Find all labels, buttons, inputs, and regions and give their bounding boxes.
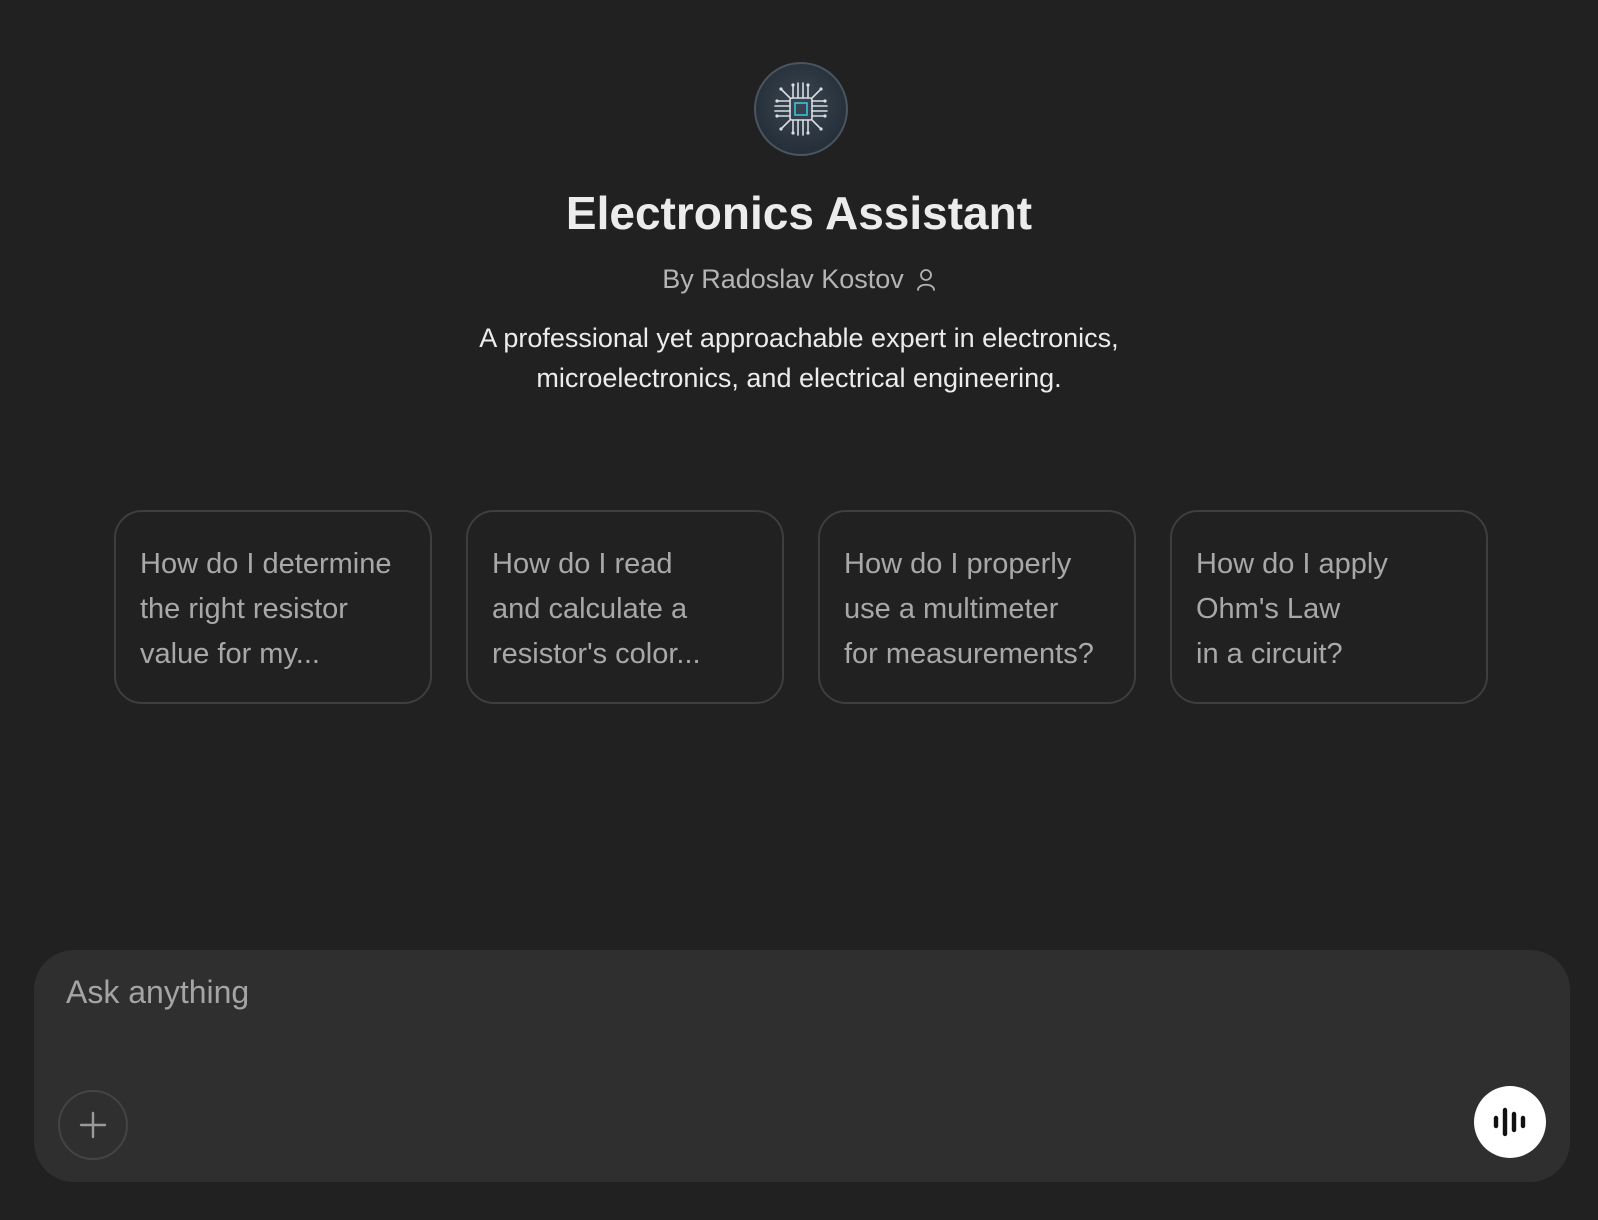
microchip-icon [774,82,828,136]
gpt-avatar [754,62,848,156]
gpt-description: A professional yet approachable expert i… [479,323,1119,393]
voice-mode-button[interactable] [1474,1086,1546,1158]
voice-waveform-icon [1493,1107,1526,1137]
gpt-title: Electronics Assistant [565,187,1033,239]
person-icon [916,268,935,291]
plus-icon [79,1111,107,1139]
conversation-starter-4[interactable]: How do I apply Ohm's Law in a circuit? [1170,510,1488,704]
conversation-starter-2[interactable]: How do I read and calculate a resistor's… [466,510,784,704]
gpt-byline: By Radoslav Kostov [0,264,1598,295]
attach-button[interactable] [58,1090,128,1160]
message-composer [34,950,1570,1182]
conversation-starter-1[interactable]: How do I determine the right resistor va… [114,510,432,704]
author-name: By Radoslav Kostov [662,264,904,294]
conversation-starter-3[interactable]: How do I properly use a multimeter for m… [818,510,1136,704]
gpt-start-page: Electronics Assistant By Radoslav Kostov… [0,0,1598,1220]
message-input[interactable] [66,970,1366,1014]
